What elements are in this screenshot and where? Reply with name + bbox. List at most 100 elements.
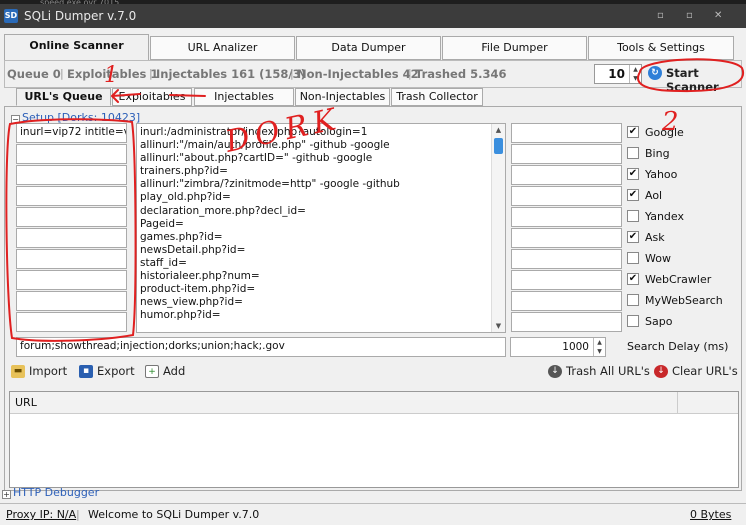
engine-checkbox[interactable]: ✔ bbox=[627, 189, 639, 201]
engine-label: Bing bbox=[645, 147, 670, 160]
engine-checkbox[interactable]: ✔ bbox=[627, 273, 639, 285]
tab-url-analizer[interactable]: URL Analizer bbox=[150, 36, 295, 60]
tab-urls-queue[interactable]: URL's Queue bbox=[16, 88, 111, 106]
trash-all-button[interactable]: ↓ Trash All URL's bbox=[548, 363, 650, 381]
keyword-input-3[interactable] bbox=[16, 165, 127, 185]
app-icon: SD bbox=[4, 9, 18, 23]
engine-label: Yahoo bbox=[645, 168, 678, 181]
tab-injectables[interactable]: Injectables bbox=[194, 88, 294, 106]
engine-input-5[interactable] bbox=[511, 207, 622, 227]
http-debugger-toggle[interactable]: + HTTP Debugger bbox=[2, 486, 99, 499]
scroll-thumb[interactable] bbox=[494, 138, 503, 154]
keyword-input-5[interactable] bbox=[16, 207, 127, 227]
trashed-count: Trashed 5.346 bbox=[415, 67, 507, 81]
title-bar: SD SQLi Dumper v.7.0 ▫ ▫ ✕ bbox=[0, 4, 746, 28]
proxy-ip-status[interactable]: Proxy IP: N/A bbox=[6, 508, 76, 521]
scroll-down-icon[interactable]: ▼ bbox=[492, 320, 505, 332]
dork-line: humor.php?id= bbox=[140, 309, 221, 322]
engine-input-1[interactable] bbox=[511, 123, 622, 143]
dork-line: newsDetail.php?id= bbox=[140, 243, 246, 256]
threads-value: 10 bbox=[608, 67, 625, 81]
separator: | bbox=[408, 67, 412, 80]
exclude-filter-input[interactable]: forum;showthread;injection;dorks;union;h… bbox=[16, 337, 506, 357]
keyword-input-10[interactable] bbox=[16, 312, 127, 332]
search-delay-label: Search Delay (ms) bbox=[627, 340, 729, 353]
engine-checkbox[interactable] bbox=[627, 315, 639, 327]
engine-input-3[interactable] bbox=[511, 165, 622, 185]
search-delay-stepper[interactable]: 1000 ▲ ▼ bbox=[510, 337, 606, 357]
keyword-input-2[interactable] bbox=[16, 144, 127, 164]
window-title: SQLi Dumper v.7.0 bbox=[24, 9, 137, 23]
engine-checkbox[interactable]: ✔ bbox=[627, 126, 639, 138]
start-scanner-button[interactable]: ↻ Start Scanner bbox=[646, 64, 740, 94]
close-icon[interactable]: ✕ bbox=[714, 10, 722, 21]
url-grid[interactable]: URL bbox=[9, 391, 739, 488]
dork-line: declaration_more.php?decl_id= bbox=[140, 204, 306, 217]
engine-checkbox[interactable] bbox=[627, 210, 639, 222]
engine-input-7[interactable] bbox=[511, 249, 622, 269]
engine-checkbox[interactable] bbox=[627, 147, 639, 159]
dork-line: allinurl:"/main/auth/profile.php" -githu… bbox=[140, 139, 390, 152]
add-label: Add bbox=[163, 364, 186, 378]
expand-icon[interactable]: + bbox=[2, 490, 11, 499]
dork-line: games.php?id= bbox=[140, 230, 223, 243]
scroll-up-icon[interactable]: ▲ bbox=[492, 124, 505, 136]
tab-non-injectables[interactable]: Non-Injectables bbox=[295, 88, 390, 106]
engine-checkbox[interactable]: ✔ bbox=[627, 231, 639, 243]
separator: | bbox=[149, 67, 153, 80]
spin-arrows-icon[interactable]: ▲ ▼ bbox=[593, 338, 605, 356]
engine-input-4[interactable] bbox=[511, 186, 622, 206]
engine-input-2[interactable] bbox=[511, 144, 622, 164]
add-document-icon: + bbox=[145, 365, 159, 378]
trash-all-label: Trash All URL's bbox=[566, 364, 650, 378]
keyword-input-9[interactable] bbox=[16, 291, 127, 311]
minimize-icon[interactable]: ▫ bbox=[657, 10, 664, 21]
dork-line: news_view.php?id= bbox=[140, 296, 243, 309]
tab-exploitables[interactable]: Exploitables bbox=[112, 88, 192, 106]
import-button[interactable]: ▬ Import bbox=[11, 363, 75, 381]
folder-icon: ▬ bbox=[11, 365, 25, 378]
tab-file-dumper[interactable]: File Dumper bbox=[442, 36, 587, 60]
engine-checkbox[interactable]: ✔ bbox=[627, 168, 639, 180]
clear-urls-button[interactable]: ↓ Clear URL's bbox=[654, 363, 738, 381]
engine-input-6[interactable] bbox=[511, 228, 622, 248]
add-button[interactable]: + Add bbox=[145, 363, 195, 381]
keyword-input-4[interactable] bbox=[16, 186, 127, 206]
keyword-input-7[interactable] bbox=[16, 249, 127, 269]
export-button[interactable]: ▪ Export bbox=[79, 363, 141, 381]
url-column-header[interactable]: URL bbox=[10, 392, 678, 414]
engine-checkbox[interactable] bbox=[627, 294, 639, 306]
tab-data-dumper[interactable]: Data Dumper bbox=[296, 36, 441, 60]
dork-line: trainers.php?id= bbox=[140, 165, 228, 178]
dorks-textarea[interactable]: inurl:/administrator/index.php?autologin… bbox=[136, 123, 506, 333]
engine-input-10[interactable] bbox=[511, 312, 622, 332]
engine-label: Sapo bbox=[645, 315, 673, 328]
url-grid-header: URL bbox=[10, 392, 738, 414]
engine-label: Wow bbox=[645, 252, 671, 265]
separator: | bbox=[290, 67, 294, 80]
tab-tools-settings[interactable]: Tools & Settings bbox=[588, 36, 734, 60]
dorks-list: inurl:/administrator/index.php?autologin… bbox=[140, 126, 490, 322]
maximize-icon[interactable]: ▫ bbox=[686, 10, 693, 21]
queue-count: Queue 0 bbox=[7, 67, 61, 81]
keyword-input-8[interactable] bbox=[16, 270, 127, 290]
export-label: Export bbox=[97, 364, 135, 378]
keyword-input-1[interactable]: inurl=vip72 intitle=vip bbox=[16, 123, 127, 143]
engine-input-8[interactable] bbox=[511, 270, 622, 290]
dorks-scrollbar[interactable]: ▲ ▼ bbox=[491, 124, 505, 332]
http-debugger-label: HTTP Debugger bbox=[13, 486, 100, 499]
separator: | bbox=[60, 67, 64, 80]
non-injectables-count: Non-Injectables 42 bbox=[297, 67, 419, 81]
engine-label: MyWebSearch bbox=[645, 294, 723, 307]
tab-online-scanner[interactable]: Online Scanner bbox=[4, 34, 149, 61]
engine-label: WebCrawler bbox=[645, 273, 712, 286]
engine-label: Yandex bbox=[645, 210, 684, 223]
keyword-input-6[interactable] bbox=[16, 228, 127, 248]
spin-arrows-icon[interactable]: ▲ ▼ bbox=[629, 65, 641, 83]
engine-checkbox[interactable] bbox=[627, 252, 639, 264]
import-label: Import bbox=[29, 364, 68, 378]
dork-line: play_old.php?id= bbox=[140, 191, 231, 204]
tab-trash-collector[interactable]: Trash Collector bbox=[391, 88, 483, 106]
engine-input-9[interactable] bbox=[511, 291, 622, 311]
threads-stepper[interactable]: 10 ▲ ▼ bbox=[594, 64, 642, 84]
